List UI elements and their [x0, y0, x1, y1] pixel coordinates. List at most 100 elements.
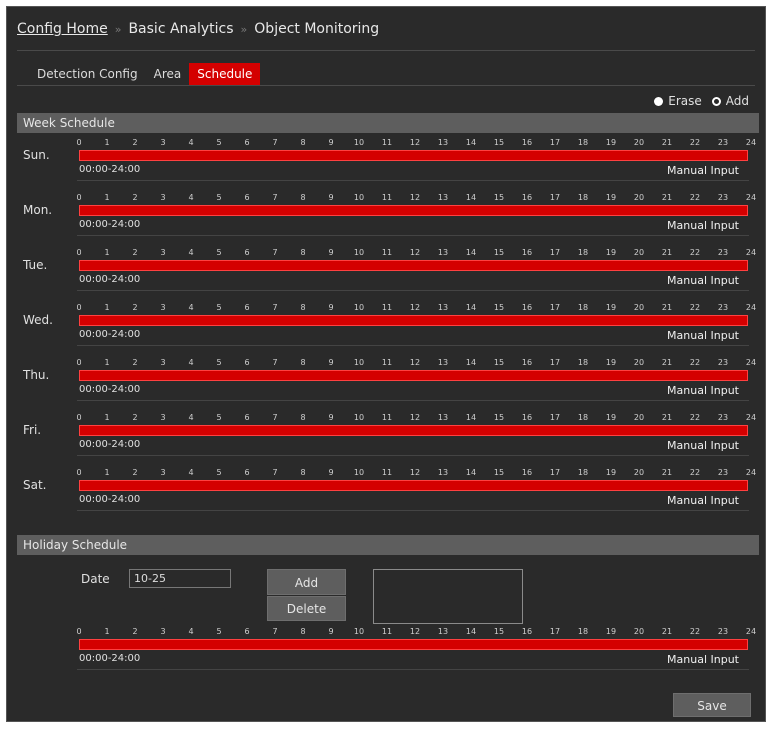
tab-detection-config[interactable]: Detection Config	[29, 63, 146, 85]
tab-schedule[interactable]: Schedule	[189, 63, 261, 85]
hour-tick-label: 23	[717, 193, 729, 202]
manual-input-link[interactable]: Manual Input	[667, 164, 739, 177]
hour-tick-label: 2	[132, 413, 138, 422]
save-button[interactable]: Save	[673, 693, 751, 717]
row-divider	[77, 455, 749, 456]
hour-tick-label: 15	[493, 413, 505, 422]
hour-tick-label: 2	[132, 627, 138, 636]
hour-tick-label: 9	[328, 303, 334, 312]
manual-input-link[interactable]: Manual Input	[667, 329, 739, 342]
hour-tick-label: 8	[300, 627, 306, 636]
hour-tick-label: 4	[188, 358, 194, 367]
hour-tick-label: 15	[493, 193, 505, 202]
hour-tick-label: 5	[216, 193, 222, 202]
schedule-time-bar[interactable]	[79, 425, 748, 436]
hour-tick-label: 9	[328, 413, 334, 422]
hour-tick-label: 20	[633, 627, 645, 636]
hour-tick-label: 17	[549, 627, 561, 636]
hour-tick-label: 24	[745, 248, 757, 257]
hour-tick-label: 4	[188, 413, 194, 422]
schedule-time-bar[interactable]	[79, 480, 748, 491]
holiday-list[interactable]	[373, 569, 523, 624]
hour-tick-label: 9	[328, 193, 334, 202]
header-divider	[17, 50, 755, 51]
hour-tick-label: 5	[216, 138, 222, 147]
tab-divider	[17, 85, 755, 86]
schedule-time-bar[interactable]	[79, 639, 748, 650]
hour-tick-label: 10	[353, 138, 365, 147]
manual-input-link[interactable]: Manual Input	[667, 439, 739, 452]
tab-area[interactable]: Area	[146, 63, 190, 85]
schedule-time-bar[interactable]	[79, 260, 748, 271]
manual-input-link[interactable]: Manual Input	[667, 384, 739, 397]
add-holiday-button[interactable]: Add	[267, 569, 346, 595]
hour-tick-label: 14	[465, 358, 477, 367]
hour-tick-label: 21	[661, 138, 673, 147]
hour-tick-label: 7	[272, 413, 278, 422]
hour-tick-label: 18	[577, 138, 589, 147]
time-range-label: 00:00-24:00	[79, 653, 141, 664]
hour-tick-label: 11	[381, 468, 393, 477]
schedule-time-bar[interactable]	[79, 205, 748, 216]
hour-tick-label: 6	[244, 627, 250, 636]
row-divider	[77, 510, 749, 511]
hour-tick-label: 7	[272, 468, 278, 477]
hour-tick-label: 23	[717, 627, 729, 636]
hour-tick-label: 23	[717, 413, 729, 422]
time-range-label: 00:00-24:00	[79, 219, 141, 230]
manual-input-link[interactable]: Manual Input	[667, 219, 739, 232]
hour-tick-label: 8	[300, 138, 306, 147]
hour-tick-label: 18	[577, 468, 589, 477]
week-schedule-header: Week Schedule	[17, 113, 759, 133]
hour-tick-label: 23	[717, 358, 729, 367]
holiday-schedule-header: Holiday Schedule	[17, 535, 759, 555]
schedule-time-bar[interactable]	[79, 150, 748, 161]
erase-radio[interactable]	[654, 96, 664, 106]
hour-tick-label: 22	[689, 138, 701, 147]
hour-tick-label: 13	[437, 627, 449, 636]
hour-tick-label: 24	[745, 358, 757, 367]
hour-tick-label: 20	[633, 138, 645, 147]
manual-input-link[interactable]: Manual Input	[667, 274, 739, 287]
hour-tick-label: 1	[104, 303, 110, 312]
hour-tick-label: 7	[272, 193, 278, 202]
hour-tick-label: 4	[188, 468, 194, 477]
holiday-date-input[interactable]	[129, 569, 231, 588]
hour-tick-label: 0	[76, 358, 82, 367]
hour-tick-label: 20	[633, 413, 645, 422]
hour-tick-label: 3	[160, 138, 166, 147]
hour-tick-label: 14	[465, 468, 477, 477]
breadcrumb-config-home[interactable]: Config Home	[17, 21, 108, 37]
hour-tick-label: 1	[104, 248, 110, 257]
add-radio[interactable]	[711, 96, 721, 106]
manual-input-link[interactable]: Manual Input	[667, 494, 739, 507]
hour-tick-label: 7	[272, 303, 278, 312]
hour-tick-label: 21	[661, 468, 673, 477]
hour-tick-label: 17	[549, 193, 561, 202]
hour-tick-label: 3	[160, 468, 166, 477]
schedule-time-bar[interactable]	[79, 370, 748, 381]
hour-ticks: 0 1 2 3 4 5 6 7 8 9 10 11 12 13 14 15 16 17 18 19 20 21 22 23 24	[76, 627, 756, 637]
hour-tick-label: 16	[521, 627, 533, 636]
breadcrumb-separator: »	[114, 23, 122, 36]
hour-tick-label: 5	[216, 248, 222, 257]
hour-tick-label: 11	[381, 413, 393, 422]
delete-holiday-button[interactable]: Delete	[267, 596, 346, 621]
hour-tick-label: 8	[300, 413, 306, 422]
hour-tick-label: 19	[605, 248, 617, 257]
manual-input-link[interactable]: Manual Input	[667, 653, 739, 666]
hour-tick-label: 17	[549, 468, 561, 477]
hour-tick-label: 11	[381, 193, 393, 202]
hour-tick-label: 23	[717, 138, 729, 147]
day-label: Thu.	[23, 368, 50, 382]
hour-tick-label: 14	[465, 138, 477, 147]
hour-tick-label: 5	[216, 303, 222, 312]
hour-tick-label: 10	[353, 627, 365, 636]
schedule-time-bar[interactable]	[79, 315, 748, 326]
hour-tick-label: 21	[661, 193, 673, 202]
hour-tick-label: 5	[216, 468, 222, 477]
row-divider	[77, 290, 749, 291]
hour-tick-label: 18	[577, 358, 589, 367]
tab-bar: Detection Config Area Schedule	[29, 63, 261, 85]
hour-tick-label: 23	[717, 468, 729, 477]
